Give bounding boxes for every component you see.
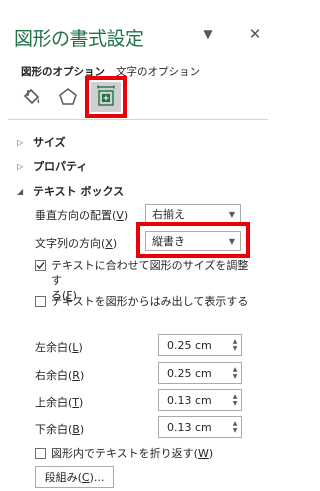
columns-button[interactable]: 段組み(C)... <box>35 466 114 488</box>
pane-title: 図形の書式設定 <box>14 28 144 50</box>
right-margin-label: 右余白(R) <box>35 369 85 382</box>
text-direction-highlight <box>136 222 250 258</box>
vertical-align-label: 垂直方向の配置(V) <box>35 209 129 222</box>
pentagon-effects-icon[interactable] <box>53 82 83 112</box>
bottom-margin-label: 下余白(B) <box>35 423 85 436</box>
bottom-margin-input[interactable]: 0.13 cm ▲ ▼ <box>158 416 242 438</box>
vertical-align-select[interactable]: 右揃え ▼ <box>145 204 241 224</box>
spinner-icon[interactable]: ▲ ▼ <box>229 366 241 380</box>
section-size-label: サイズ <box>33 136 66 149</box>
chevron-down-icon[interactable]: ▼ <box>200 26 216 42</box>
section-textbox-label: テキスト ボックス <box>33 185 125 198</box>
autofit-checkbox[interactable] <box>35 260 46 271</box>
right-margin-input[interactable]: 0.25 cm ▲ ▼ <box>158 362 242 384</box>
section-textbox[interactable]: ◢ テキスト ボックス <box>17 183 124 199</box>
spinner-icon[interactable]: ▲ ▼ <box>229 420 241 434</box>
overflow-label: テキストを図形からはみ出して表示する <box>51 295 249 308</box>
top-margin-label: 上余白(T) <box>35 396 84 409</box>
close-icon[interactable]: ✕ <box>247 26 263 42</box>
dropdown-arrow-icon: ▼ <box>228 209 236 219</box>
chevron-right-icon: ▷ <box>17 137 24 147</box>
text-direction-label: 文字列の方向(X) <box>35 237 118 250</box>
section-size[interactable]: ▷ サイズ <box>17 134 66 150</box>
spinner-icon[interactable]: ▲ ▼ <box>229 338 241 352</box>
chevron-down-icon: ◢ <box>17 186 24 196</box>
section-properties-label: プロパティ <box>33 160 88 173</box>
wrap-text-checkbox[interactable] <box>35 448 46 459</box>
fill-bucket-icon[interactable] <box>17 82 47 112</box>
wrap-text-label: 図形内でテキストを折り返す(W) <box>51 447 214 460</box>
divider <box>8 119 268 120</box>
section-properties[interactable]: ▷ プロパティ <box>17 158 87 174</box>
chevron-right-icon: ▷ <box>17 161 24 171</box>
left-margin-label: 左余白(L) <box>35 341 83 354</box>
left-margin-input[interactable]: 0.25 cm ▲ ▼ <box>158 334 242 356</box>
top-margin-input[interactable]: 0.13 cm ▲ ▼ <box>158 389 242 411</box>
selected-tab-highlight <box>85 76 127 118</box>
spinner-icon[interactable]: ▲ ▼ <box>229 393 241 407</box>
tab-text-options[interactable]: 文字のオプション <box>116 64 200 79</box>
overflow-checkbox[interactable] <box>35 296 46 307</box>
